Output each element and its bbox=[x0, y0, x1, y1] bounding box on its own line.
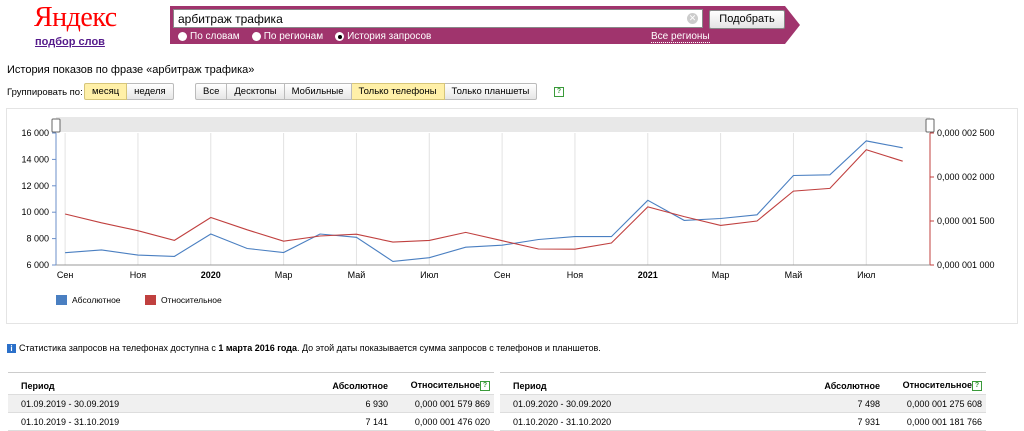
y-left-tick-label: 16 000 bbox=[21, 128, 49, 138]
x-tick-label: Мар bbox=[275, 270, 293, 280]
y-left-tick-label: 8 000 bbox=[26, 234, 49, 244]
range-navigator[interactable] bbox=[56, 117, 930, 132]
table-header: Период Абсолютное Относительное? bbox=[500, 373, 986, 395]
y-right-tick-label: 0,000 002 500 bbox=[937, 128, 995, 138]
stats-table-right: Период Абсолютное Относительное? 01.09.2… bbox=[500, 372, 986, 431]
history-chart: Сен Ноя 2020 Мар Май Июл Сен Ноя 2021 Мар Май Июл 6 … bbox=[21, 117, 995, 280]
legend-swatch bbox=[56, 295, 67, 305]
info-note: i Статистика запросов на телефонах доступ… bbox=[7, 343, 601, 354]
x-tick-label: Июл bbox=[420, 270, 438, 280]
legend-item-absolute[interactable]: Абсолютное bbox=[56, 295, 121, 305]
y-left-tick-label: 14 000 bbox=[21, 154, 49, 164]
stats-table-left: Период Абсолютное Относительное? 01.09.2… bbox=[8, 372, 494, 431]
range-handle-right[interactable] bbox=[925, 118, 935, 133]
y-right-tick-label: 0,000 001 000 bbox=[937, 260, 995, 270]
legend-swatch bbox=[145, 295, 156, 305]
legend-item-relative[interactable]: Относительное bbox=[145, 295, 222, 305]
series-line-absolute bbox=[65, 140, 903, 262]
help-icon[interactable]: ? bbox=[972, 380, 982, 391]
x-tick-label: Мар bbox=[712, 270, 730, 280]
table-header: Период Абсолютное Относительное? bbox=[8, 373, 494, 395]
x-tick-label: Ноя bbox=[567, 270, 584, 280]
y-right-tick-label: 0,000 001 500 bbox=[937, 216, 995, 226]
x-tick-label: Сен bbox=[494, 270, 511, 280]
help-icon[interactable]: ? bbox=[480, 380, 490, 391]
y-left-tick-label: 12 000 bbox=[21, 181, 49, 191]
info-icon: i bbox=[7, 344, 16, 354]
x-tick-label: Июл bbox=[857, 270, 875, 280]
table-row: 01.10.2019 - 31.10.2019 7 141 0,000 001 … bbox=[8, 413, 494, 431]
range-handle-left[interactable] bbox=[51, 118, 61, 133]
y-right-tick-label: 0,000 002 000 bbox=[937, 172, 995, 182]
series-line-relative bbox=[64, 149, 903, 250]
y-left-tick-label: 6 000 bbox=[26, 260, 49, 270]
x-tick-label: Сен bbox=[57, 270, 74, 280]
x-tick-label: Май bbox=[785, 270, 803, 280]
x-tick-label: Ноя bbox=[130, 270, 147, 280]
x-tick-label: 2021 bbox=[638, 270, 658, 280]
x-tick-label: 2020 bbox=[201, 270, 221, 280]
table-row: 01.09.2019 - 30.09.2019 6 930 0,000 001 … bbox=[8, 395, 494, 413]
table-row: 01.09.2020 - 30.09.2020 7 498 0,000 001 … bbox=[500, 395, 986, 413]
y-left-tick-label: 10 000 bbox=[21, 207, 49, 217]
x-tick-label: Май bbox=[348, 270, 366, 280]
table-row: 01.10.2020 - 31.10.2020 7 931 0,000 001 … bbox=[500, 413, 986, 431]
